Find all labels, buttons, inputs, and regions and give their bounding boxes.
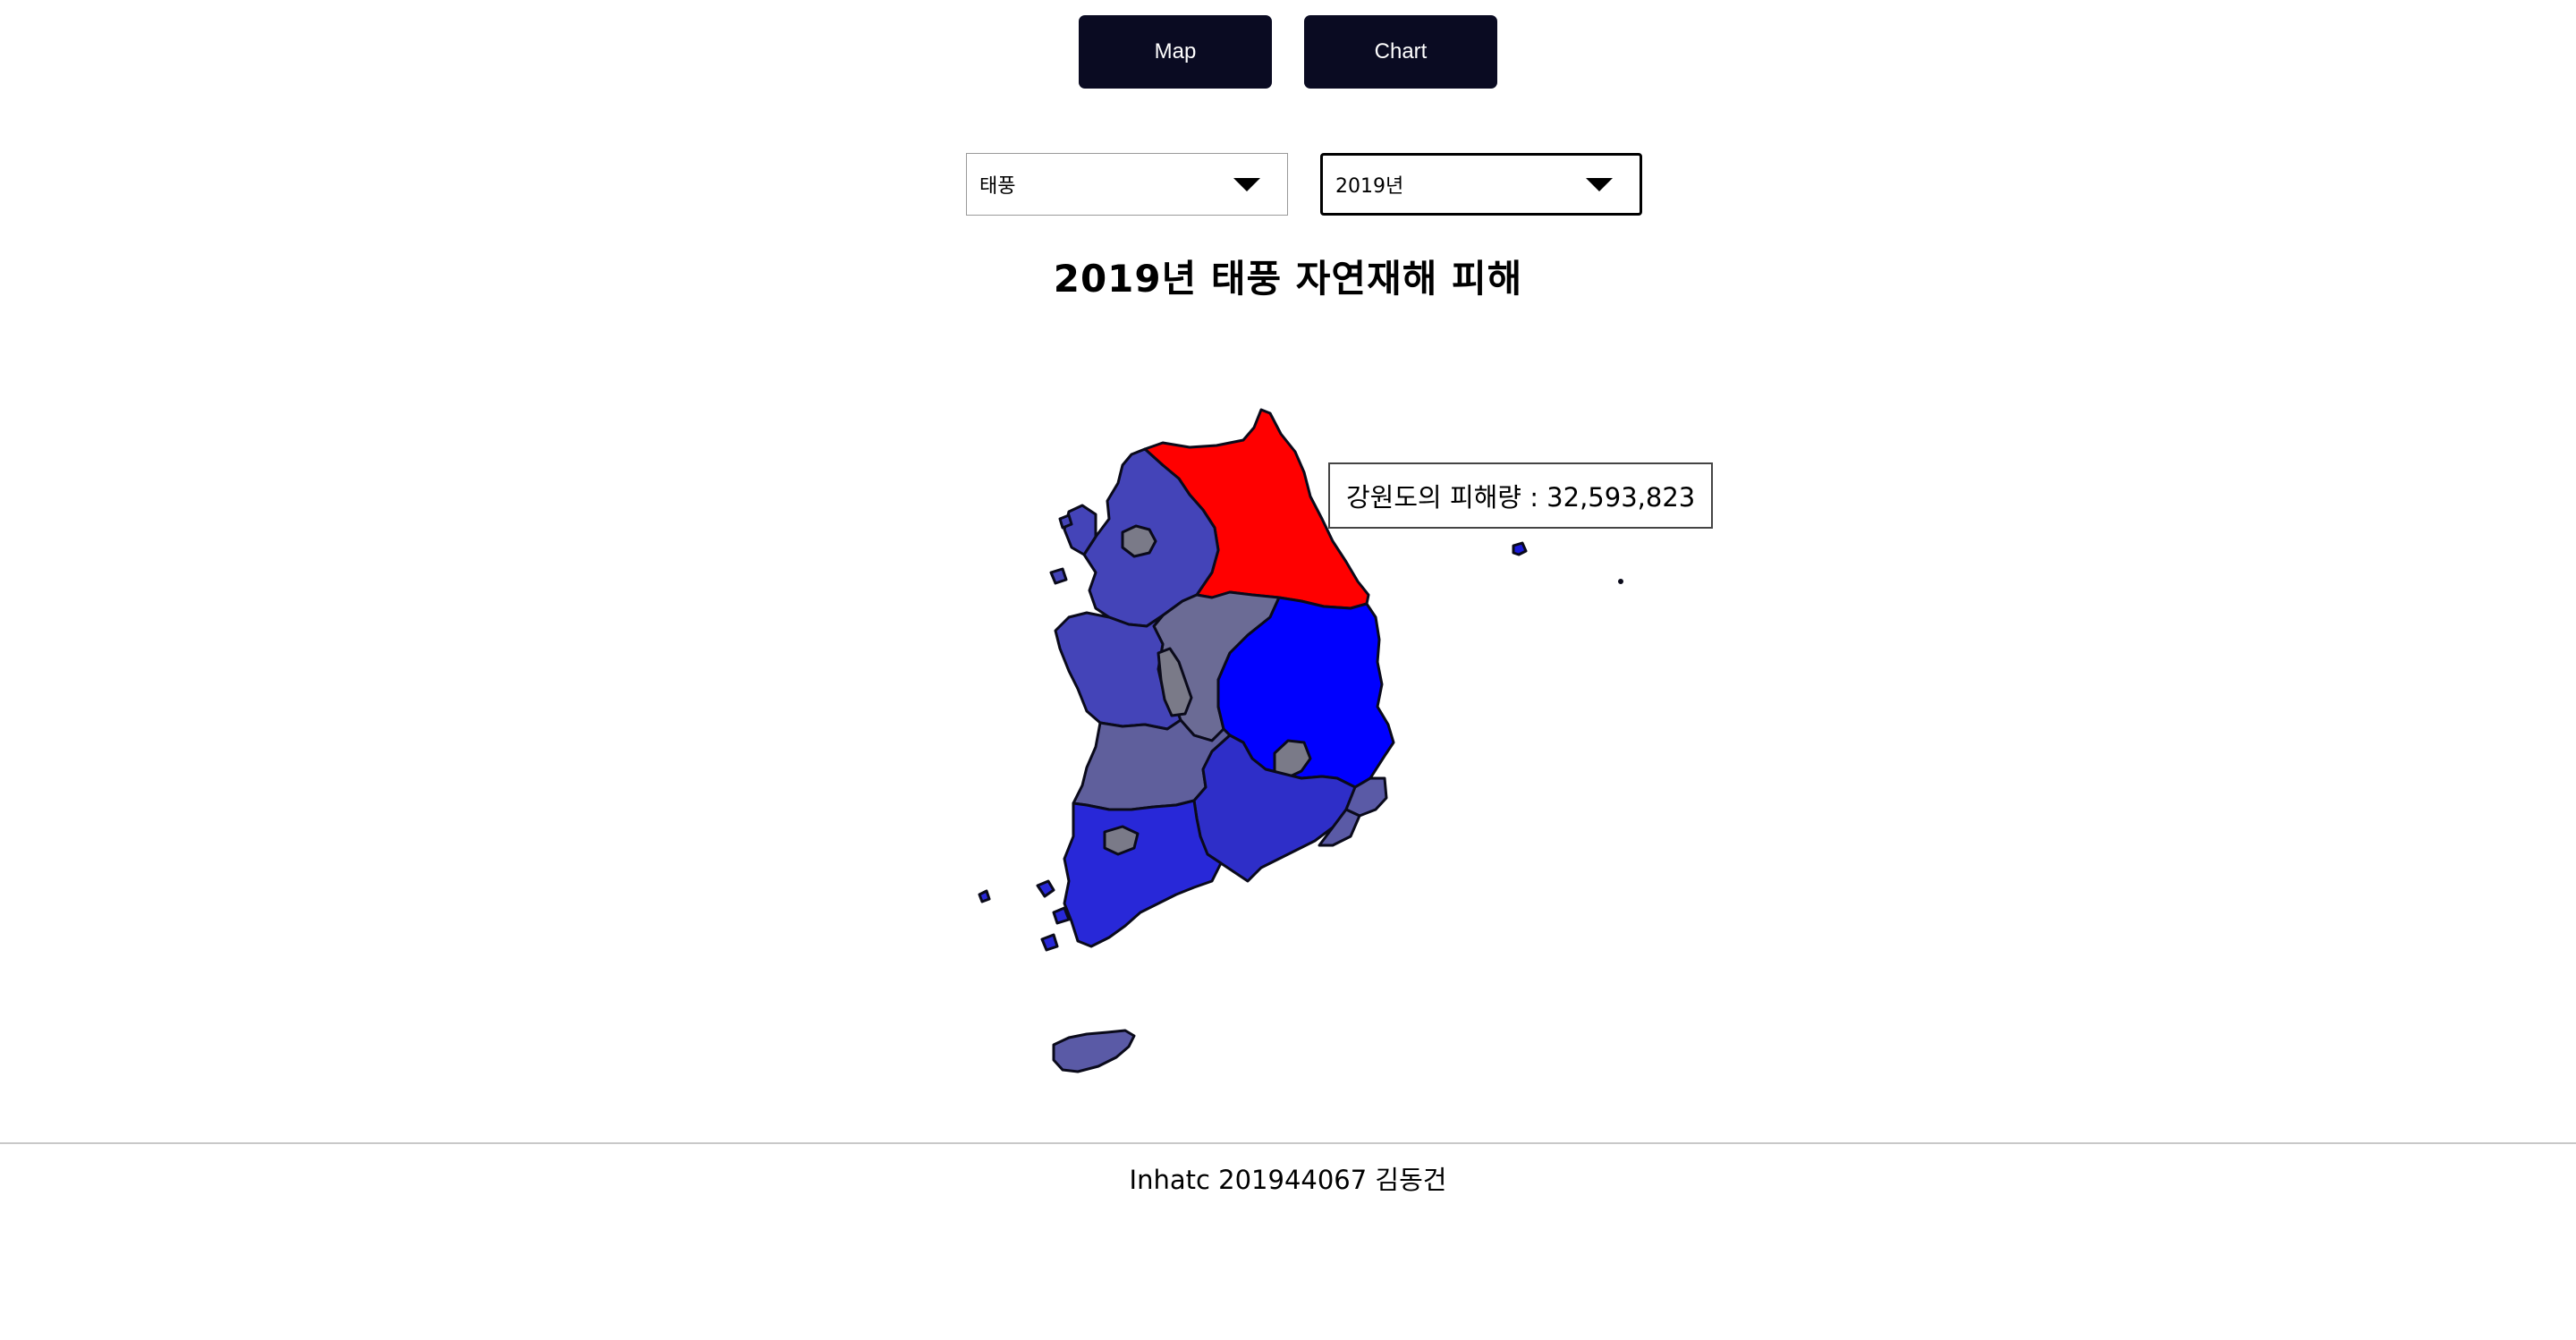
footer-divider xyxy=(0,1142,2576,1144)
region-tooltip: 강원도의 피해량 : 32,593,823 xyxy=(1328,462,1714,529)
region-jeonnam[interactable] xyxy=(1063,799,1223,948)
korea-map xyxy=(978,408,1623,1073)
region-island xyxy=(1036,879,1055,898)
region-island xyxy=(1040,933,1059,952)
footer-text: Inhatc 201944067 김동건 xyxy=(1129,1165,1447,1195)
region-jeju[interactable] xyxy=(1052,1029,1136,1073)
app-root: Map Chart 태풍 2019년 2019년 태풍 자연재해 피해 강원도의… xyxy=(0,0,2576,1340)
region-ulleung[interactable] xyxy=(1512,541,1528,556)
region-island xyxy=(978,889,991,903)
region-seoul[interactable] xyxy=(1121,524,1157,558)
region-dokdo xyxy=(1618,579,1623,584)
region-island xyxy=(1052,906,1071,925)
region-island xyxy=(1049,567,1068,585)
region-island xyxy=(1058,513,1073,530)
